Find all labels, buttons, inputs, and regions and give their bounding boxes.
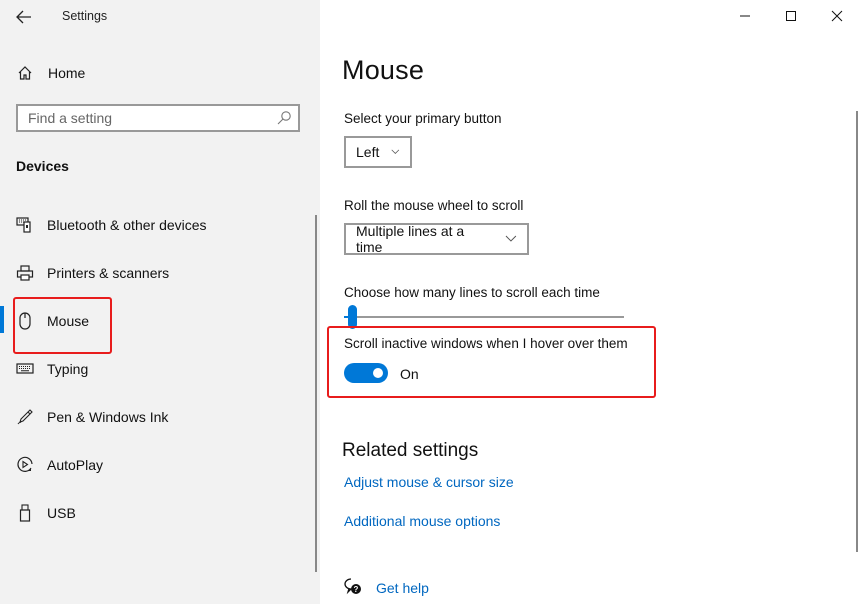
mouse-icon: [16, 312, 34, 330]
keyboard-icon: [16, 360, 34, 378]
sidebar-item-pen[interactable]: Pen & Windows Ink: [0, 397, 316, 437]
toggle-state-label: On: [400, 366, 419, 382]
wheel-scroll-value: Multiple lines at a time: [356, 223, 465, 255]
search-icon[interactable]: [276, 110, 292, 126]
chevron-down-icon: [505, 235, 517, 242]
lines-slider-track[interactable]: [344, 316, 624, 318]
toggle-knob: [373, 368, 383, 378]
app-title: Settings: [62, 9, 108, 23]
close-button[interactable]: [814, 0, 860, 32]
sidebar-item-usb[interactable]: USB: [0, 493, 316, 533]
sidebar-item-label: Bluetooth & other devices: [47, 217, 207, 233]
sidebar-item-label: Mouse: [47, 313, 90, 329]
back-button[interactable]: [10, 4, 38, 30]
primary-button-value: Left: [356, 144, 380, 160]
sidebar-scrollbar[interactable]: [315, 215, 317, 572]
sidebar-item-label: Printers & scanners: [47, 265, 170, 281]
sidebar-item-autoplay[interactable]: AutoPlay: [0, 445, 316, 485]
sidebar-item-bluetooth[interactable]: Bluetooth & other devices: [0, 205, 316, 245]
home-icon: [16, 64, 34, 82]
close-icon: [831, 10, 843, 22]
sidebar-item-label: Typing: [47, 361, 89, 377]
inactive-scroll-label: Scroll inactive windows when I hover ove…: [344, 336, 628, 351]
sidebar-item-mouse[interactable]: Mouse: [0, 301, 316, 341]
primary-button-label: Select your primary button: [344, 111, 502, 126]
wheel-scroll-dropdown[interactable]: Multiple lines at a time: [344, 223, 529, 255]
autoplay-icon: [16, 456, 34, 474]
pen-icon: [16, 408, 34, 426]
usb-icon: [16, 504, 34, 522]
back-arrow-icon: [16, 10, 31, 24]
get-help-link[interactable]: Get help: [376, 580, 429, 596]
chevron-down-icon: [391, 149, 400, 154]
svg-text:?: ?: [354, 585, 359, 594]
additional-mouse-options-link[interactable]: Additional mouse options: [344, 513, 500, 529]
wheel-scroll-label: Roll the mouse wheel to scroll: [344, 198, 524, 213]
home-label: Home: [48, 65, 86, 81]
sidebar-item-label: USB: [47, 505, 76, 521]
inactive-scroll-toggle[interactable]: [344, 363, 388, 383]
primary-button-dropdown[interactable]: Left: [344, 136, 412, 168]
main-scrollbar[interactable]: [856, 111, 858, 552]
sidebar-item-typing[interactable]: Typing: [0, 349, 316, 389]
adjust-cursor-link[interactable]: Adjust mouse & cursor size: [344, 474, 514, 490]
lines-slider-label: Choose how many lines to scroll each tim…: [344, 285, 600, 300]
related-settings-title: Related settings: [342, 440, 479, 461]
lines-slider-thumb[interactable]: [348, 305, 357, 329]
sidebar-item-printers[interactable]: Printers & scanners: [0, 253, 316, 293]
printer-icon: [16, 264, 34, 282]
search-box[interactable]: [16, 104, 300, 132]
sidebar-item-label: AutoPlay: [47, 457, 104, 473]
get-help-icon: ?: [344, 578, 361, 595]
minimize-icon: [740, 15, 750, 17]
bluetooth-devices-icon: [16, 216, 34, 234]
section-title: Devices: [16, 158, 69, 174]
maximize-icon: [786, 11, 796, 21]
sidebar-home[interactable]: Home: [0, 53, 316, 93]
sidebar: Settings Home Devices Bluetooth & other …: [0, 0, 320, 604]
search-input[interactable]: [18, 106, 268, 130]
minimize-button[interactable]: [722, 0, 768, 32]
maximize-button[interactable]: [768, 0, 814, 32]
page-title: Mouse: [342, 55, 425, 85]
sidebar-item-label: Pen & Windows Ink: [47, 409, 169, 425]
